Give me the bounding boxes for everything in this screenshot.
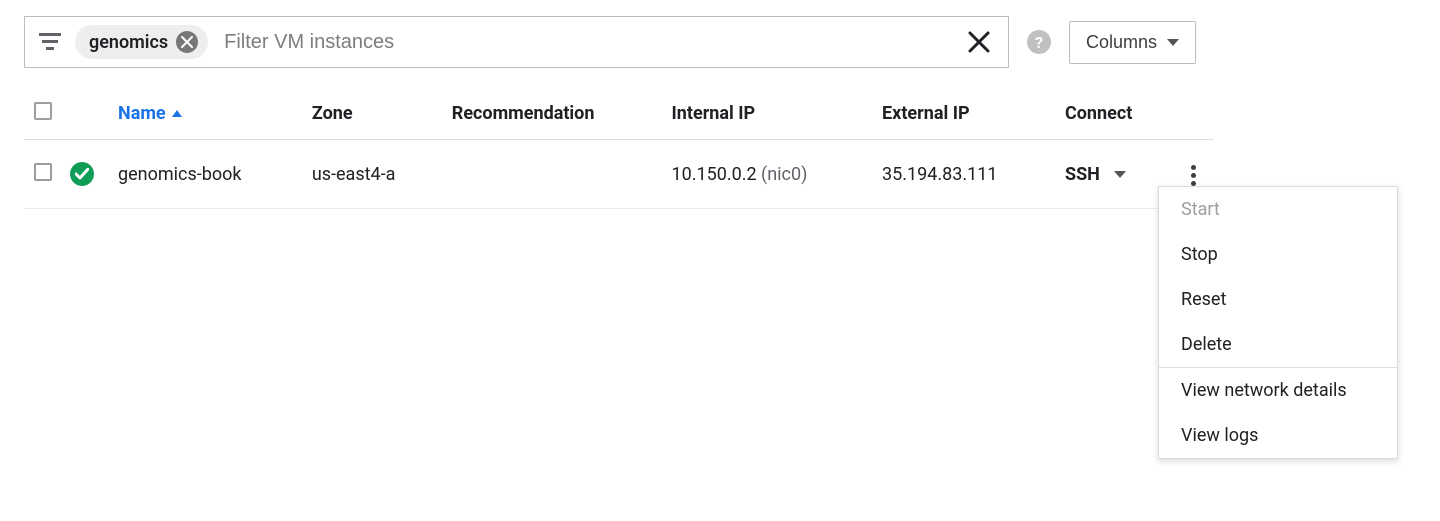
filter-icon <box>39 33 61 51</box>
ssh-button[interactable]: SSH <box>1065 164 1126 185</box>
menu-item-view-network[interactable]: View network details <box>1159 368 1397 413</box>
cell-name[interactable]: genomics-book <box>108 140 302 209</box>
cell-recommendation <box>442 140 662 209</box>
sort-ascending-icon <box>172 110 182 117</box>
menu-item-reset[interactable]: Reset <box>1159 277 1397 322</box>
column-header-name[interactable]: Name <box>108 88 302 140</box>
chevron-down-icon <box>1167 39 1179 46</box>
status-running-icon <box>70 162 94 186</box>
column-header-recommendation[interactable]: Recommendation <box>442 88 662 140</box>
row-checkbox[interactable] <box>34 163 52 181</box>
cell-internal-ip: 10.150.0.2 (nic0) <box>662 140 873 209</box>
column-header-zone[interactable]: Zone <box>302 88 442 140</box>
cell-external-ip: 35.194.83.111 <box>872 140 1055 209</box>
cell-zone: us-east4-a <box>302 140 442 209</box>
columns-button[interactable]: Columns <box>1069 21 1196 64</box>
column-header-internal-ip[interactable]: Internal IP <box>662 88 873 140</box>
clear-filter-icon[interactable] <box>964 27 994 57</box>
menu-item-start: Start <box>1159 187 1397 232</box>
vm-instances-table: Name Zone Recommendation Internal IP Ext… <box>24 88 1214 209</box>
filter-input[interactable] <box>222 30 950 55</box>
filter-chip[interactable]: genomics <box>75 25 208 59</box>
menu-item-stop[interactable]: Stop <box>1159 232 1397 277</box>
filter-bar: genomics <box>24 16 1009 68</box>
column-header-external-ip[interactable]: External IP <box>872 88 1055 140</box>
filter-chip-label: genomics <box>89 32 168 53</box>
select-all-checkbox[interactable] <box>34 102 52 120</box>
row-context-menu: Start Stop Reset Delete View network det… <box>1158 186 1398 459</box>
table-row[interactable]: genomics-book us-east4-a 10.150.0.2 (nic… <box>24 140 1214 209</box>
help-icon[interactable]: ? <box>1027 30 1051 54</box>
chip-remove-icon[interactable] <box>176 31 198 53</box>
menu-item-delete[interactable]: Delete <box>1159 322 1397 367</box>
chevron-down-icon <box>1114 171 1126 178</box>
column-header-connect[interactable]: Connect <box>1055 88 1173 140</box>
menu-item-view-logs[interactable]: View logs <box>1159 413 1397 458</box>
columns-button-label: Columns <box>1086 32 1157 53</box>
